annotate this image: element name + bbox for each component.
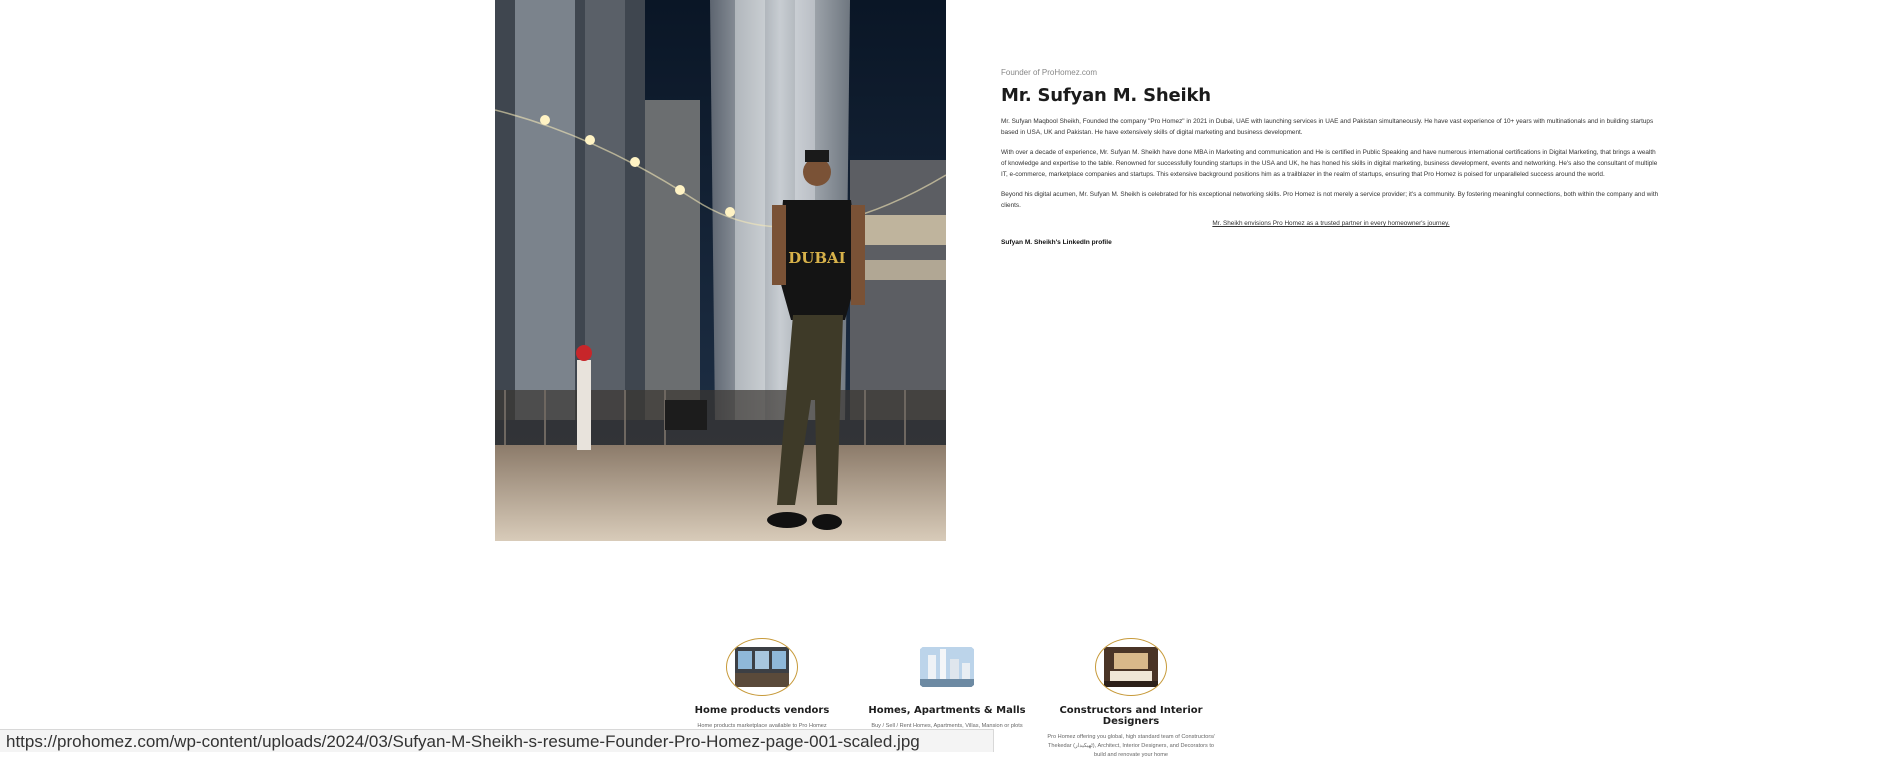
category-title-homes: Homes, Apartments & Malls [868,705,1026,716]
category-card-homes[interactable]: Homes, Apartments & Malls Buy / Sell / R… [862,638,1032,731]
category-title-vendors: Home products vendors [694,705,830,716]
store-icon[interactable] [726,638,798,696]
linkedin-profile-link[interactable]: Sufyan M. Sheikh's LinkedIn profile [1001,239,1661,246]
bio-paragraph-3: Beyond his digital acumen, Mr. Sufyan M.… [1001,191,1659,209]
browser-status-url: https://prohomez.com/wp-content/uploads/… [0,729,994,752]
founder-photo-illustration: DUBAI [495,0,946,541]
bio-paragraph-1: Mr. Sufyan Maqbool Sheikh, Founded the c… [1001,118,1654,136]
category-desc-constructors: Pro Homez offering you global, high stan… [1047,734,1215,758]
founder-eyebrow: Founder of ProHomez.com [1001,68,1098,77]
category-card-constructors[interactable]: Constructors and Interior Designers Pro … [1046,638,1216,760]
interior-icon[interactable] [1095,638,1167,696]
founder-name: Mr. Sufyan M. Sheikh [1001,85,1211,106]
building-icon[interactable] [911,638,983,696]
shirt-print: DUBAI [788,249,845,267]
category-title-constructors: Constructors and Interior Designers [1059,705,1203,727]
founder-info: Founder of ProHomez.com Mr. Sufyan M. Sh… [1001,68,1661,246]
bio-paragraph-2: With over a decade of experience, Mr. Su… [1001,149,1658,178]
founder-photo[interactable]: DUBAI [495,0,946,541]
category-card-vendors[interactable]: Home products vendors Home products mark… [677,638,847,731]
vision-link[interactable]: Mr. Sheikh envisions Pro Homez as a trus… [1001,220,1661,227]
